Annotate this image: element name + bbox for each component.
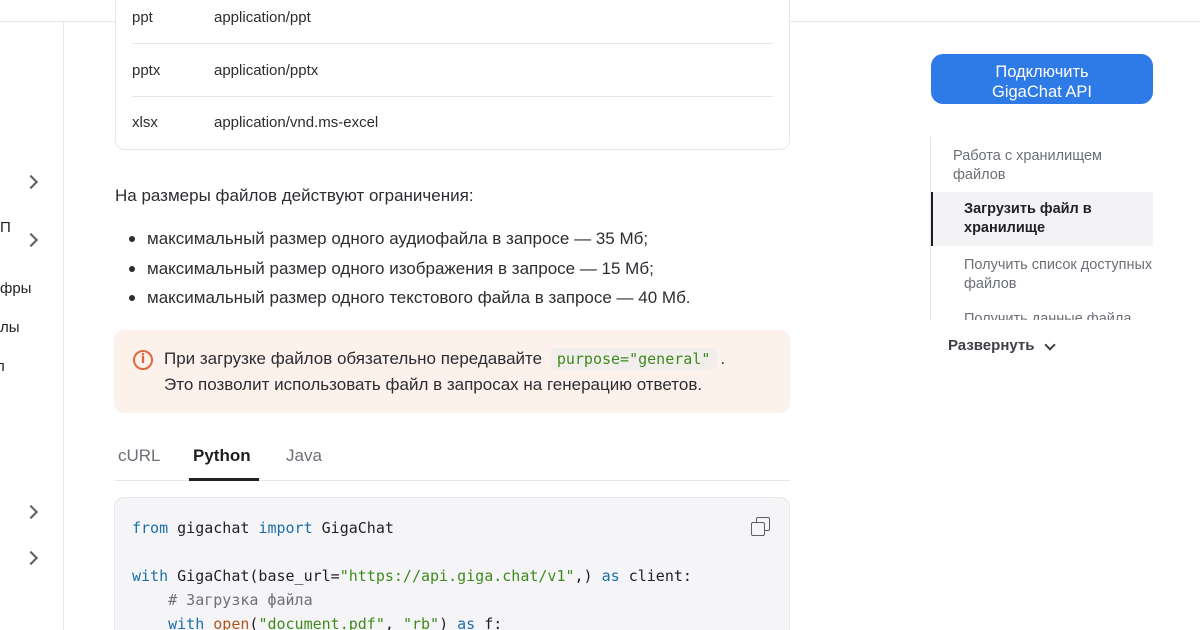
tab-curl[interactable]: cURL	[118, 446, 161, 466]
table-cell-extension: xlsx	[132, 114, 158, 131]
sidebar-item-7[interactable]	[0, 547, 63, 569]
chevron-right-icon	[23, 232, 39, 248]
tab-python[interactable]: Python	[193, 446, 251, 466]
code-line-1: from gigachat import GigaChat	[132, 519, 394, 537]
list-item: максимальный размер одного изображения в…	[115, 256, 691, 286]
sidebar-item-6[interactable]	[0, 501, 63, 523]
warning-notice: i При загрузке файлов обязательно переда…	[114, 330, 790, 413]
sidebar-item-2[interactable]: П	[0, 219, 63, 248]
chevron-right-icon	[23, 174, 39, 190]
code-line-3: # Загрузка файла	[132, 591, 313, 609]
sidebar-item-3[interactable]: фры	[0, 280, 63, 302]
mime-types-table: ppt application/ppt pptx application/ppt…	[115, 0, 790, 150]
notice-text-end: .	[720, 349, 726, 368]
copy-icon[interactable]	[751, 517, 771, 537]
tab-java[interactable]: Java	[286, 446, 322, 466]
limits-intro: На размеры файлов действуют ограничения:	[115, 186, 474, 205]
table-cell-mime: application/vnd.ms-excel	[214, 114, 379, 131]
toc-item-active[interactable]: Загрузить файл в хранилище	[931, 192, 1153, 246]
active-tab-indicator	[189, 478, 259, 481]
table-row: ppt application/ppt	[132, 0, 773, 44]
table-cell-mime: application/ppt	[214, 9, 311, 26]
code-block: from gigachat import GigaChat with GigaC…	[114, 497, 790, 630]
sidebar-item-5[interactable]: л	[0, 358, 63, 380]
table-cell-extension: pptx	[132, 62, 161, 79]
sidebar-item-label: л	[0, 358, 5, 375]
table-row: pptx application/pptx	[132, 45, 773, 97]
info-icon: i	[133, 350, 153, 370]
cta-label-line2: GigaChat API	[992, 82, 1092, 101]
sidebar-item-label: П	[0, 219, 11, 236]
expand-toc-button[interactable]: Развернуть	[948, 337, 1034, 354]
list-item: максимальный размер одного текстового фа…	[115, 285, 691, 315]
connect-api-button[interactable]: Подключить GigaChat API	[931, 54, 1153, 104]
table-cell-extension: ppt	[132, 9, 153, 26]
sidebar-item-label: фры	[0, 280, 32, 297]
toc-item[interactable]: Получить данные файла	[964, 310, 1153, 320]
limits-list: максимальный размер одного аудиофайла в …	[115, 226, 691, 315]
sidebar-item-label: лы	[0, 319, 20, 336]
chevron-down-icon	[1044, 339, 1056, 351]
sidebar-item-1[interactable]	[0, 171, 63, 193]
chevron-right-icon	[23, 550, 39, 566]
toc-item[interactable]: Работа с хранилищем файлов	[953, 147, 1143, 185]
list-item: максимальный размер одного аудиофайла в …	[115, 226, 691, 256]
notice-text-line1: При загрузке файлов обязательно передава…	[164, 348, 725, 370]
notice-text-line2: Это позволит использовать файл в запроса…	[164, 375, 703, 394]
toc-item-label: Загрузить файл в хранилище	[964, 201, 1092, 236]
cta-label-line1: Подключить	[995, 62, 1089, 81]
code-line-2: with GigaChat(base_url="https://api.giga…	[132, 567, 692, 585]
code-tabs: cURL Python Java	[115, 434, 790, 481]
table-of-contents: Работа с хранилищем файлов Загрузить фай…	[930, 137, 1153, 320]
table-cell-mime: application/pptx	[214, 62, 319, 79]
sidebar-item-4[interactable]: лы	[0, 319, 63, 341]
left-sidebar: П фры лы л	[0, 22, 64, 630]
notice-text: При загрузке файлов обязательно передава…	[164, 349, 543, 368]
chevron-right-icon	[23, 504, 39, 520]
code-line-4: with open("document.pdf", "rb") as f:	[132, 615, 503, 630]
inline-code: purpose="general"	[549, 348, 718, 370]
table-row: xlsx application/vnd.ms-excel	[132, 97, 773, 149]
toc-item[interactable]: Получить список доступных файлов	[964, 256, 1153, 294]
